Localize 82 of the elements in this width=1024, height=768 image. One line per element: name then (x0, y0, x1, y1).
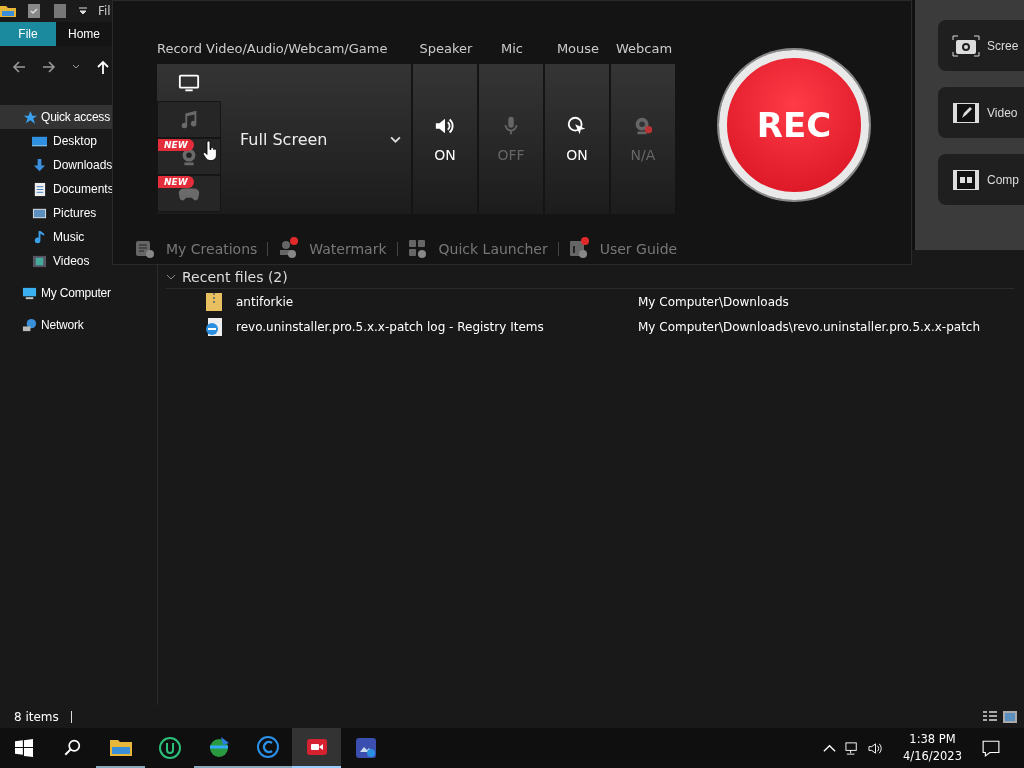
taskbar-app[interactable] (292, 728, 341, 768)
clock[interactable]: 1:38 PM 4/16/2023 (903, 731, 962, 765)
record-button[interactable]: REC (719, 50, 869, 200)
group-header[interactable]: Recent files (2) (182, 269, 288, 285)
file-name[interactable]: revo.uninstaller.pro.5.x.x-patch log - Registry Items (224, 319, 638, 334)
nav-item[interactable]: Desktop (0, 129, 112, 153)
notifications-icon[interactable] (982, 739, 1000, 757)
film-pencil-icon (952, 101, 980, 124)
file-name[interactable]: antiforkie (224, 294, 638, 309)
toolbar-link[interactable]: My Creations (135, 239, 258, 259)
music-icon (32, 229, 47, 245)
mode-tab[interactable]: NEW (157, 138, 221, 175)
star-icon (22, 109, 37, 125)
mode-label: Record Video/Audio/Webcam/Game (157, 41, 389, 58)
up-icon[interactable] (95, 59, 111, 75)
ribbon-tab[interactable]: File (0, 22, 56, 46)
toggle-button[interactable]: ON (545, 64, 609, 214)
toggle-label: Mouse (555, 41, 601, 58)
nav-label: Pictures (53, 206, 97, 220)
toggle-label: Speaker (418, 41, 474, 58)
dropdown-icon[interactable] (78, 6, 88, 16)
document-icon (32, 181, 47, 197)
search-icon[interactable] (63, 739, 81, 757)
nav-item[interactable]: Documents (0, 177, 112, 201)
nav-item[interactable]: Videos (0, 249, 112, 273)
nav-label: Desktop (53, 134, 98, 148)
tool-card[interactable]: Scree (938, 20, 1024, 71)
web-document-icon (204, 316, 224, 337)
volume-icon[interactable] (868, 740, 884, 756)
videos-icon (32, 253, 47, 269)
new-badge: NEW (158, 139, 194, 151)
file-location: My Computer\Downloads (638, 294, 789, 309)
nav-label: Network (41, 318, 84, 332)
toggle-label: Mic (500, 41, 524, 58)
film-icon (952, 168, 980, 191)
camera-icon (952, 34, 980, 57)
toolbar-link[interactable]: User Guide (568, 239, 678, 259)
nav-label: Music (53, 230, 85, 244)
nav-label: Quick access (41, 110, 110, 124)
nav-item[interactable]: My Computer (0, 281, 112, 305)
new-badge: NEW (158, 176, 194, 188)
item-count: 8 items (14, 709, 59, 724)
clock-time: 1:38 PM (909, 731, 956, 748)
nav-item[interactable]: Network (0, 313, 112, 337)
nav-label: Documents (53, 182, 114, 196)
nav-item[interactable]: Quick access (0, 105, 112, 129)
hand-cursor-icon (203, 140, 217, 161)
collapse-icon[interactable] (166, 272, 176, 282)
zip-folder-icon (204, 291, 224, 312)
toggle-label: Webcam (614, 41, 674, 58)
computer-icon (22, 285, 37, 301)
letter-circle-icon (255, 735, 280, 759)
letter-circle-icon (157, 736, 182, 760)
network-icon (22, 317, 37, 333)
forward-icon[interactable] (41, 59, 57, 75)
nav-item[interactable]: Downloads (0, 153, 112, 177)
mode-tab[interactable]: NEW (157, 175, 221, 212)
file-location: My Computer\Downloads\revo.uninstaller.pro.5.x.x-patch (638, 319, 981, 334)
toolbar-link[interactable]: Watermark (278, 239, 387, 259)
grid-icon (407, 239, 428, 259)
area-dropdown[interactable]: Full Screen (221, 64, 411, 214)
window-title: Fil (98, 4, 111, 18)
back-icon[interactable] (11, 59, 27, 75)
toolbar-link[interactable]: Quick Launcher (407, 239, 548, 259)
download-icon (32, 157, 47, 173)
nav-label: My Computer (41, 286, 111, 300)
cursor-click-icon (566, 115, 588, 137)
toggle-button[interactable]: ON (413, 64, 477, 214)
folder-icon (0, 3, 16, 19)
clock-date: 4/16/2023 (903, 748, 962, 765)
tool-card[interactable]: Video (938, 87, 1024, 138)
nav-item[interactable]: Pictures (0, 201, 112, 225)
nav-item[interactable]: Music (0, 225, 112, 249)
nav-label: Videos (53, 254, 90, 268)
tool-card[interactable]: Comp (938, 154, 1024, 205)
properties-icon[interactable] (26, 3, 42, 19)
nav-label: Downloads (53, 158, 113, 172)
start-icon[interactable] (15, 739, 33, 757)
large-icons-view-icon[interactable] (1002, 708, 1018, 725)
ribbon-tab[interactable]: Home (56, 22, 112, 46)
list-icon (135, 239, 155, 259)
photo-icon (353, 736, 378, 760)
